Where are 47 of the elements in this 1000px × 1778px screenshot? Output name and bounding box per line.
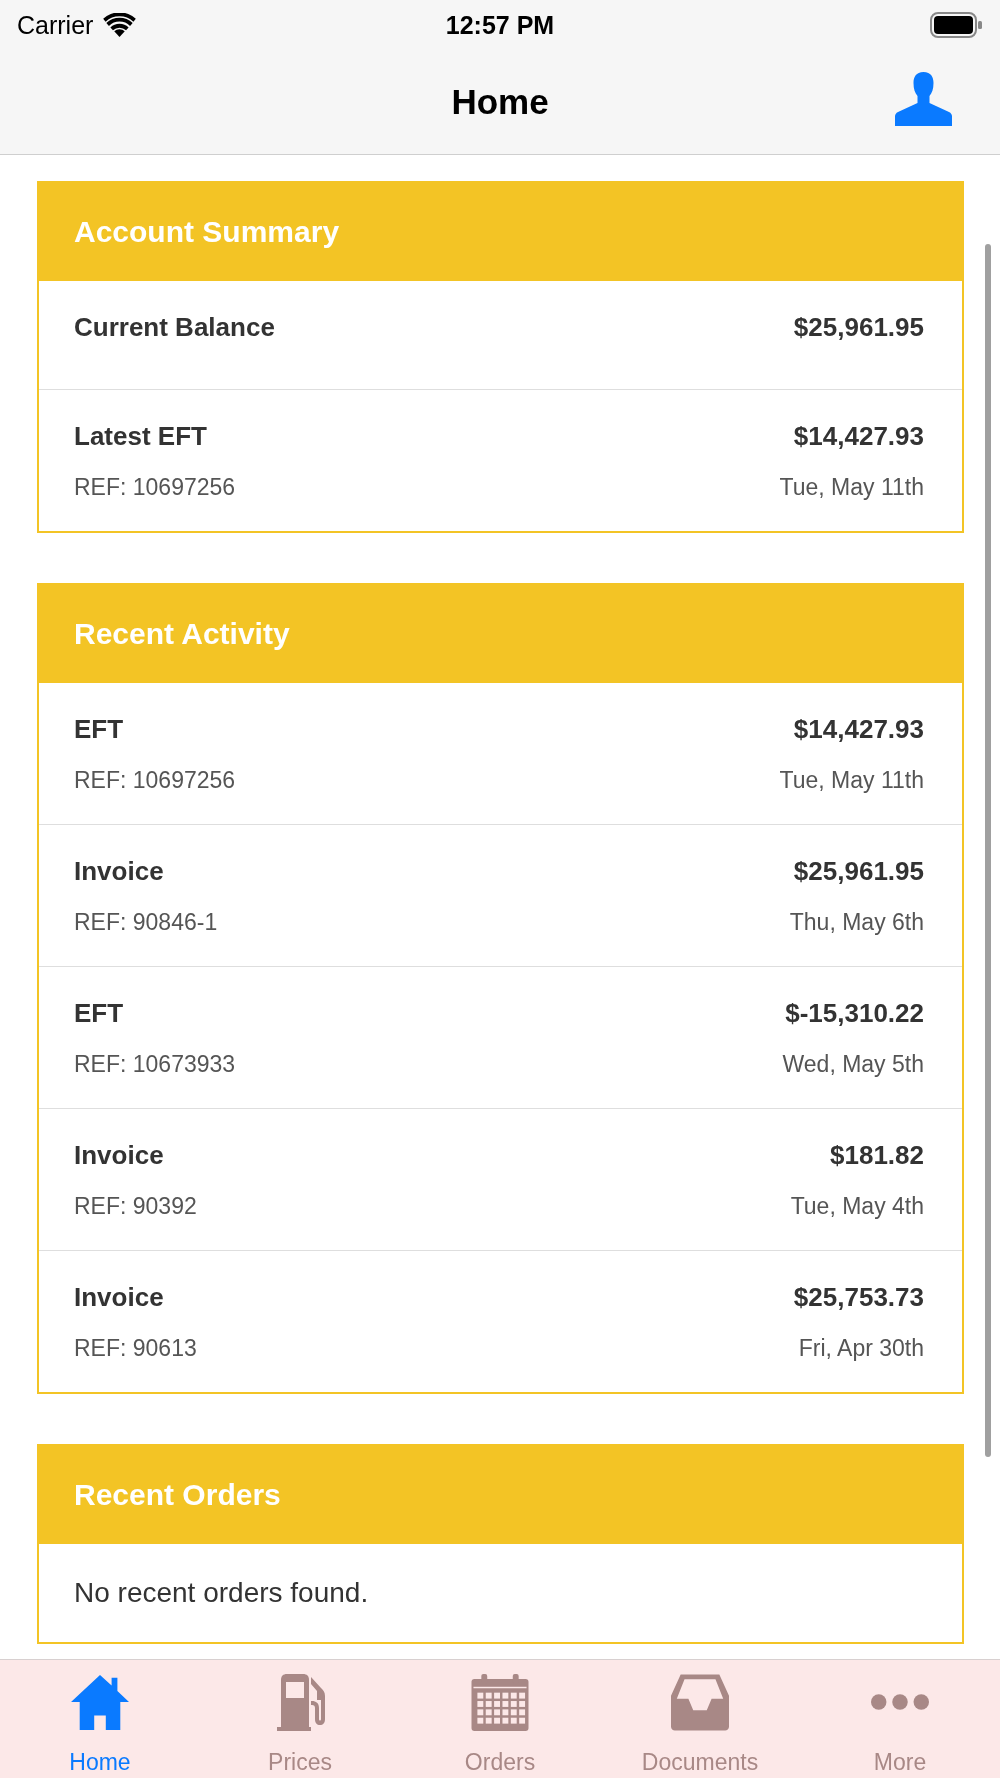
amount: $14,427.93 xyxy=(793,420,924,452)
reference-number: REF: 10697256 xyxy=(74,473,236,501)
row-label: Invoice xyxy=(74,855,164,887)
more-icon xyxy=(871,1694,929,1710)
row-label: Invoice xyxy=(74,1139,164,1171)
row-label: EFT xyxy=(74,997,124,1029)
reference-number: REF: 90613 xyxy=(74,1334,197,1362)
reference-number: REF: 10697256 xyxy=(74,766,236,794)
row-label: Latest EFT xyxy=(74,420,207,452)
card-title: Recent Activity xyxy=(74,617,290,651)
row-label: EFT xyxy=(74,713,124,745)
list-row[interactable]: EFT $-15,310.22 REF: 10673933 Wed, May 5th xyxy=(39,966,962,1108)
card-title: Account Summary xyxy=(74,215,340,249)
list-row[interactable]: EFT $14,427.93 REF: 10697256 Tue, May 11th xyxy=(39,683,962,824)
amount: $25,961.95 xyxy=(793,855,924,887)
amount: $-15,310.22 xyxy=(785,997,924,1029)
transaction-date: Tue, May 11th xyxy=(779,766,924,794)
reference-number: REF: 90846-1 xyxy=(74,908,218,936)
carrier-name: Carrier xyxy=(17,10,94,40)
list-row[interactable]: Current Balance $25,961.95 xyxy=(39,281,962,389)
card-title: Recent Orders xyxy=(74,1478,281,1512)
transaction-date: Tue, May 11th xyxy=(779,473,924,501)
screen-title: Home xyxy=(451,82,549,122)
wifi-icon xyxy=(103,13,137,37)
amount: $14,427.93 xyxy=(793,713,924,745)
row-label: Current Balance xyxy=(74,311,275,343)
list-row[interactable]: Latest EFT $14,427.93 REF: 10697256 Tue, May 11th xyxy=(39,389,962,531)
calendar-icon xyxy=(471,1674,529,1731)
amount: $181.82 xyxy=(830,1139,924,1171)
amount: $25,753.73 xyxy=(793,1281,924,1313)
transaction-date: Thu, May 6th xyxy=(789,908,924,936)
empty-message: No recent orders found. xyxy=(74,1577,369,1609)
battery-icon xyxy=(930,12,982,38)
list-row[interactable]: Invoice $181.82 REF: 90392 Tue, May 4th xyxy=(39,1108,962,1250)
tray-icon xyxy=(671,1674,729,1731)
transaction-date: Tue, May 4th xyxy=(790,1192,924,1220)
person-icon[interactable] xyxy=(895,72,952,126)
row-label: Invoice xyxy=(74,1281,164,1313)
reference-number: REF: 10673933 xyxy=(74,1050,236,1078)
transaction-date: Wed, May 5th xyxy=(782,1050,924,1078)
transaction-date: Fri, Apr 30th xyxy=(798,1334,924,1362)
status-time: 12:57 PM xyxy=(445,10,555,40)
list-row[interactable]: Invoice $25,753.73 REF: 90613 Fri, Apr 30th xyxy=(39,1250,962,1392)
house-icon xyxy=(71,1674,129,1731)
amount: $25,961.95 xyxy=(793,311,924,343)
list-row[interactable]: Invoice $25,961.95 REF: 90846-1 Thu, May 6th xyxy=(39,824,962,966)
reference-number: REF: 90392 xyxy=(74,1192,197,1220)
